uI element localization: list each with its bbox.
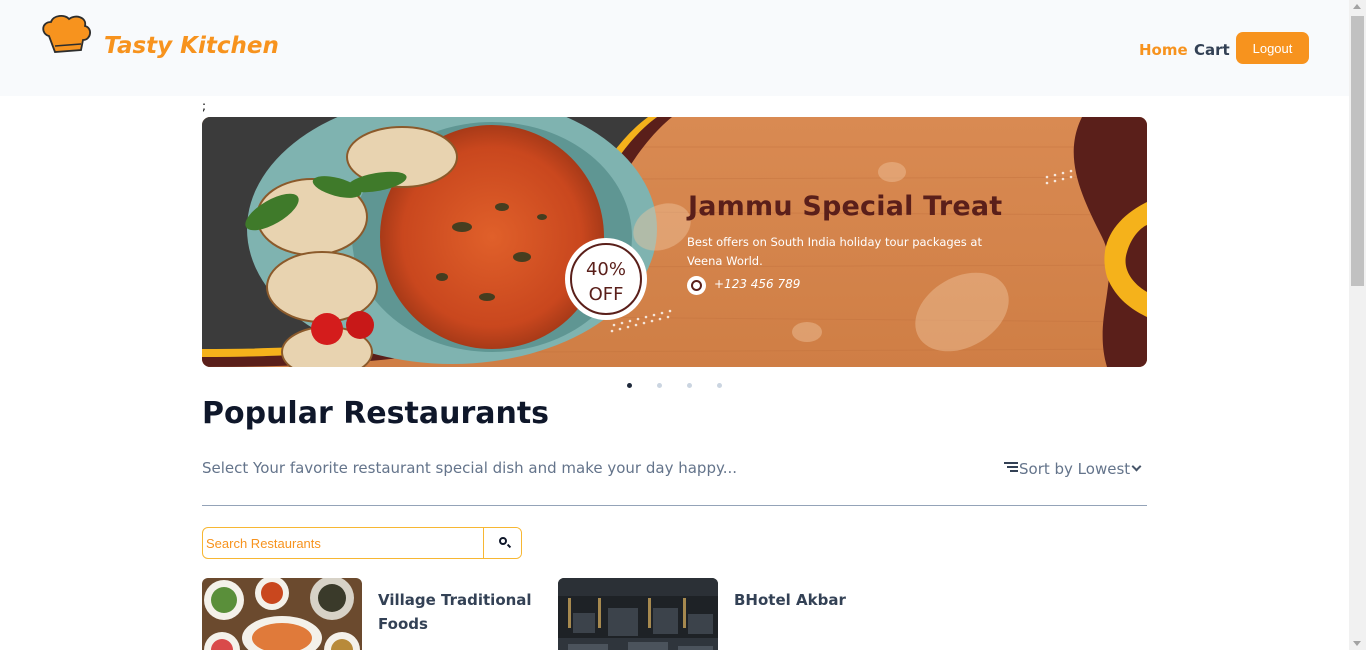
section-title: Popular Restaurants bbox=[202, 396, 550, 431]
restaurant-card[interactable]: BHotel Akbar bbox=[558, 578, 888, 650]
section-description: Select Your favorite restaurant special … bbox=[202, 459, 738, 477]
brand-name[interactable]: Tasty Kitchen bbox=[104, 33, 279, 59]
restaurant-image bbox=[558, 578, 718, 650]
search-button[interactable] bbox=[483, 528, 521, 558]
restaurant-name: Village Traditional Foods bbox=[378, 591, 532, 633]
chevron-down-icon bbox=[1131, 461, 1142, 472]
banner-subtitle: Best offers on South India holiday tour … bbox=[687, 235, 982, 268]
restaurant-name: BHotel Akbar bbox=[734, 591, 846, 609]
scroll-up-icon[interactable] bbox=[1353, 4, 1361, 9]
divider bbox=[202, 505, 1147, 506]
page-scrollbar[interactable] bbox=[1349, 0, 1366, 650]
carousel-dot-1[interactable] bbox=[627, 383, 632, 388]
sort-icon bbox=[1004, 462, 1018, 472]
search-bar bbox=[202, 527, 522, 559]
logout-button[interactable]: Logout bbox=[1236, 32, 1309, 64]
restaurant-card[interactable]: Village Traditional Foods bbox=[202, 578, 532, 650]
offer-percent: 40% bbox=[585, 259, 626, 280]
offer-off: OFF bbox=[588, 284, 624, 305]
page: Tasty Kitchen Home Cart Logout ; 40% OFF… bbox=[0, 0, 1366, 650]
whatsapp-icon bbox=[687, 276, 706, 295]
chef-hat-icon[interactable] bbox=[41, 14, 93, 54]
banner-title: Jammu Special Treat bbox=[688, 191, 1003, 222]
banner-phone: +123 456 789 bbox=[714, 277, 801, 291]
search-icon bbox=[499, 537, 507, 545]
restaurant-image bbox=[202, 578, 362, 650]
scroll-down-icon[interactable] bbox=[1353, 641, 1361, 646]
carousel-dot-3[interactable] bbox=[687, 383, 692, 388]
carousel-dot-4[interactable] bbox=[717, 383, 722, 388]
scrollbar-thumb[interactable] bbox=[1351, 16, 1364, 286]
search-input[interactable] bbox=[203, 528, 484, 558]
nav-link-home[interactable]: Home bbox=[1139, 41, 1188, 59]
promo-banner[interactable]: 40% OFF Jammu Special Treat Best offers … bbox=[202, 117, 1147, 367]
offer-badge: 40% OFF bbox=[574, 257, 638, 307]
carousel-dot-2[interactable] bbox=[657, 383, 662, 388]
sort-label: Sort by Lowest bbox=[1019, 460, 1131, 478]
nav-link-cart[interactable]: Cart bbox=[1194, 41, 1230, 59]
stray-text: ; bbox=[202, 99, 207, 113]
navbar: Tasty Kitchen Home Cart Logout bbox=[0, 0, 1349, 96]
